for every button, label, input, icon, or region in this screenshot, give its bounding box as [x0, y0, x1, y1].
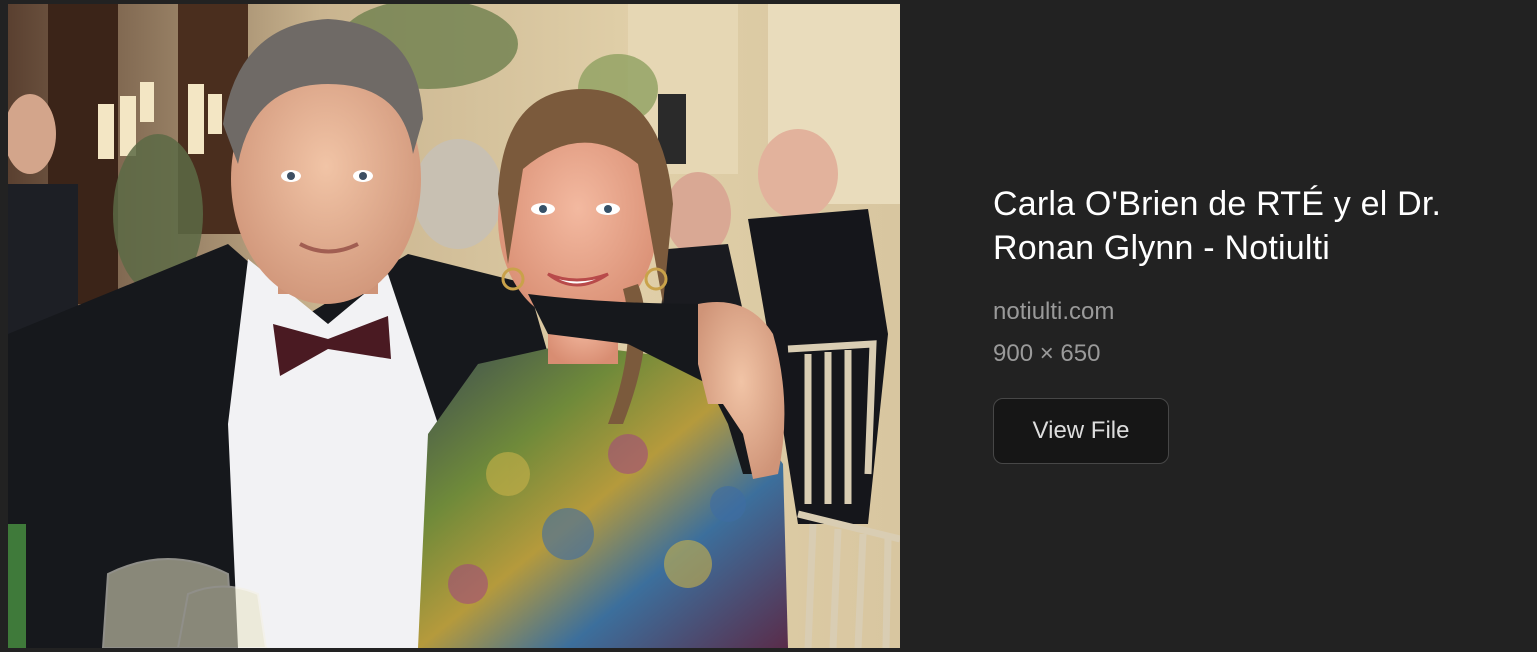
source-domain-link[interactable]: notiulti.com: [993, 296, 1493, 328]
image-dimensions: 900 × 650: [993, 340, 1101, 367]
image-preview[interactable]: [8, 4, 900, 648]
image-title: Carla O'Brien de RTÉ y el Dr. Ronan Glyn…: [993, 185, 1442, 267]
view-file-button[interactable]: View File: [993, 398, 1169, 464]
image-viewer: Carla O'Brien de RTÉ y el Dr. Ronan Glyn…: [0, 0, 1537, 652]
image-details-panel: Carla O'Brien de RTÉ y el Dr. Ronan Glyn…: [993, 182, 1493, 464]
photo-illustration: [8, 4, 900, 648]
